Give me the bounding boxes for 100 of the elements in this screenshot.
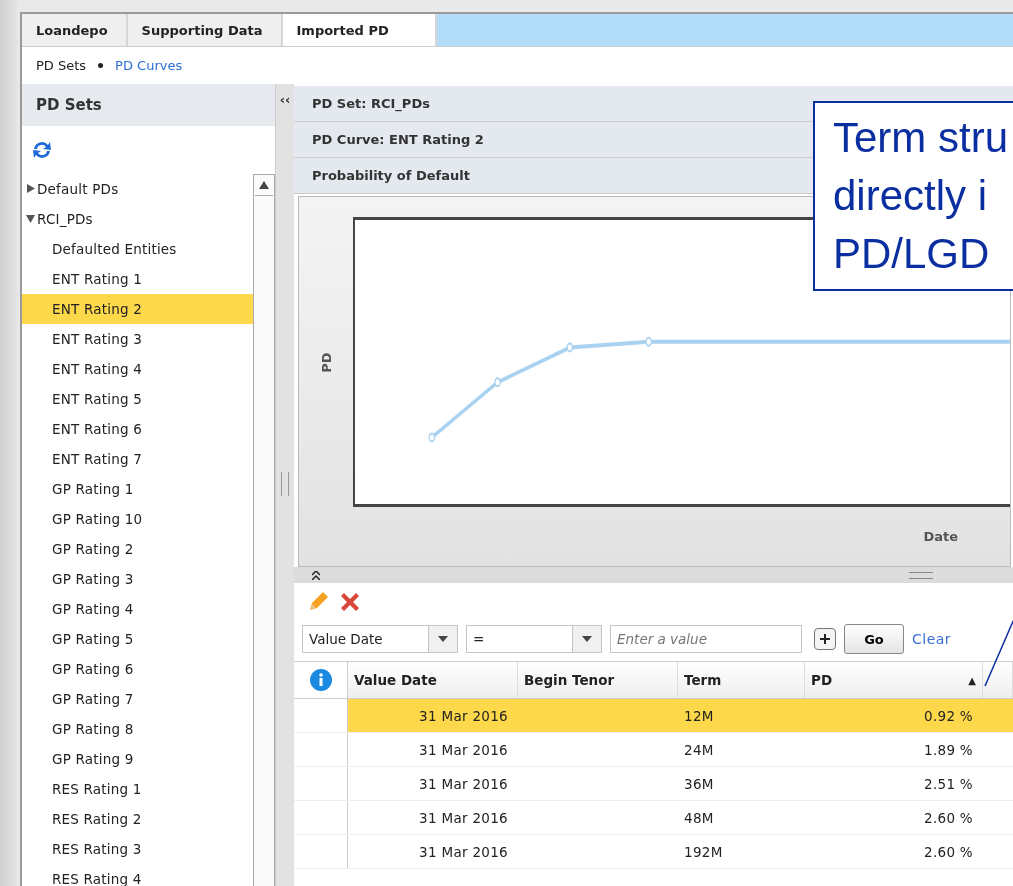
tree-label: GP Rating 5 [52,631,134,647]
tree-item[interactable]: Default PDs [22,174,253,204]
tree-item[interactable]: GP Rating 5 [22,624,253,654]
tree-label: Default PDs [37,181,119,197]
tree-item[interactable]: GP Rating 2 [22,534,253,564]
tree-item[interactable]: ENT Rating 4 [22,354,253,384]
tree-label: RES Rating 1 [52,781,142,797]
table-cell-text: 1.89 % [923,740,974,760]
callout-text: PD/LGD [833,229,991,279]
column-header[interactable]: Value Date [348,662,518,698]
separator-dot [98,63,104,68]
panel-splitter[interactable]: ‹‹ [275,84,294,886]
table-cell-text: 24M [683,740,715,760]
breadcrumb-link[interactable]: PD Curves [115,58,183,73]
clear-link[interactable]: Clear [912,631,952,647]
tree-label: Defaulted Entities [52,241,177,257]
axis-label: PD [318,351,334,373]
table-row[interactable]: 31 Mar 2016 48M 2.60 % [294,801,1013,835]
collapsed-icon[interactable] [26,183,35,193]
tree-item[interactable]: RES Rating 3 [22,834,253,864]
data-point [645,336,653,347]
tree-item[interactable]: RES Rating 2 [22,804,253,834]
tree-label: ENT Rating 7 [52,451,142,467]
tree-item[interactable]: GP Rating 3 [22,564,253,594]
refresh-icon[interactable] [30,139,54,161]
tab[interactable]: Imported PD [282,14,437,46]
data-point [428,432,436,443]
table-row[interactable]: 31 Mar 2016 36M 2.51 % [294,767,1013,801]
tree-item[interactable]: ENT Rating 1 [22,264,253,294]
tree-item[interactable]: ENT Rating 5 [22,384,253,414]
tree-item[interactable]: RES Rating 1 [22,774,253,804]
table-cell-text: 31 Mar 2016 [418,740,509,760]
data-point [566,342,574,353]
column-title: Begin Tenor [524,672,615,688]
scrollbar[interactable] [253,174,275,886]
table-row[interactable]: 31 Mar 2016 24M 1.89 % [294,733,1013,767]
tree-item[interactable]: RES Rating 4 [22,864,253,886]
caret-icon[interactable] [438,636,448,642]
tree-label: GP Rating 4 [52,601,134,617]
table-row[interactable]: 31 Mar 2016 12M 0.92 % [294,699,1013,733]
expanded-icon[interactable] [26,213,35,223]
tree-label: GP Rating 3 [52,571,134,587]
tree-item[interactable]: GP Rating 1 [22,474,253,504]
tree-item[interactable]: GP Rating 7 [22,684,253,714]
plus-icon [819,633,831,645]
tree-label: RES Rating 3 [52,841,142,857]
tree-label: ENT Rating 4 [52,361,142,377]
table-cell-text: 31 Mar 2016 [418,706,509,726]
tree-item[interactable]: Defaulted Entities [22,234,253,264]
tree-item[interactable]: GP Rating 4 [22,594,253,624]
scroll-up-icon[interactable] [259,181,269,189]
tree-label: ENT Rating 3 [52,331,142,347]
column-header[interactable]: PD ▲ [805,662,983,698]
tree-item[interactable]: GP Rating 8 [22,714,253,744]
go-button[interactable]: Go [844,624,904,654]
tree-label: GP Rating 9 [52,751,134,767]
table-cell-text: 36M [683,774,715,794]
field-select[interactable]: Value Date [302,625,458,653]
tree-item[interactable]: ENT Rating 3 [22,324,253,354]
tree-item[interactable]: GP Rating 6 [22,654,253,684]
table-cell-text: 31 Mar 2016 [418,774,509,794]
tree-item[interactable]: GP Rating 10 [22,504,253,534]
tree-item[interactable]: ENT Rating 7 [22,444,253,474]
tree-item[interactable]: ENT Rating 6 [22,414,253,444]
operator-select[interactable]: = [466,625,602,653]
table-cell-text: 192M [683,842,724,862]
tree-item[interactable]: GP Rating 9 [22,744,253,774]
value-field[interactable]: Enter a value [610,625,802,653]
panel-title: PD Sets [22,84,275,126]
column-title: PD [811,672,833,688]
tree-item[interactable]: RCI_PDs [22,204,253,234]
add-button[interactable] [814,628,836,650]
table-row[interactable]: 31 Mar 2016 192M 2.60 % [294,835,1013,869]
tree-item[interactable]: ENT Rating 2 [22,294,253,324]
caret-icon[interactable] [582,636,592,642]
tree-label: RCI_PDs [37,211,93,227]
tree-label: GP Rating 6 [52,661,134,677]
tab[interactable]: Supporting Data [127,14,283,46]
info-icon[interactable] [309,669,332,691]
tree-label: RES Rating 4 [52,871,142,886]
tree-label: ENT Rating 6 [52,421,142,437]
tree-label: ENT Rating 2 [52,301,142,317]
tree-label: GP Rating 1 [52,481,134,497]
column-title: Value Date [354,672,437,688]
tree-label: ENT Rating 1 [52,271,142,287]
splitter-grip[interactable] [281,472,289,496]
table-cell-text: 2.60 % [923,842,974,862]
collapse-glyph[interactable]: ‹‹ [279,92,291,107]
breadcrumb-link[interactable]: PD Sets [36,58,87,73]
table-cell-text: 31 Mar 2016 [418,842,509,862]
table-cell-text: 48M [683,808,715,828]
axis-label: Date [923,529,958,544]
data-point [494,377,501,388]
table-cell-text: 0.92 % [923,706,974,726]
column-header[interactable]: Term [678,662,805,698]
tree-label: GP Rating 2 [52,541,134,557]
expand-icon[interactable] [312,570,320,580]
column-header[interactable]: Begin Tenor [518,662,678,698]
tree-label: GP Rating 8 [52,721,134,737]
tab[interactable]: Loandepo [22,14,128,46]
